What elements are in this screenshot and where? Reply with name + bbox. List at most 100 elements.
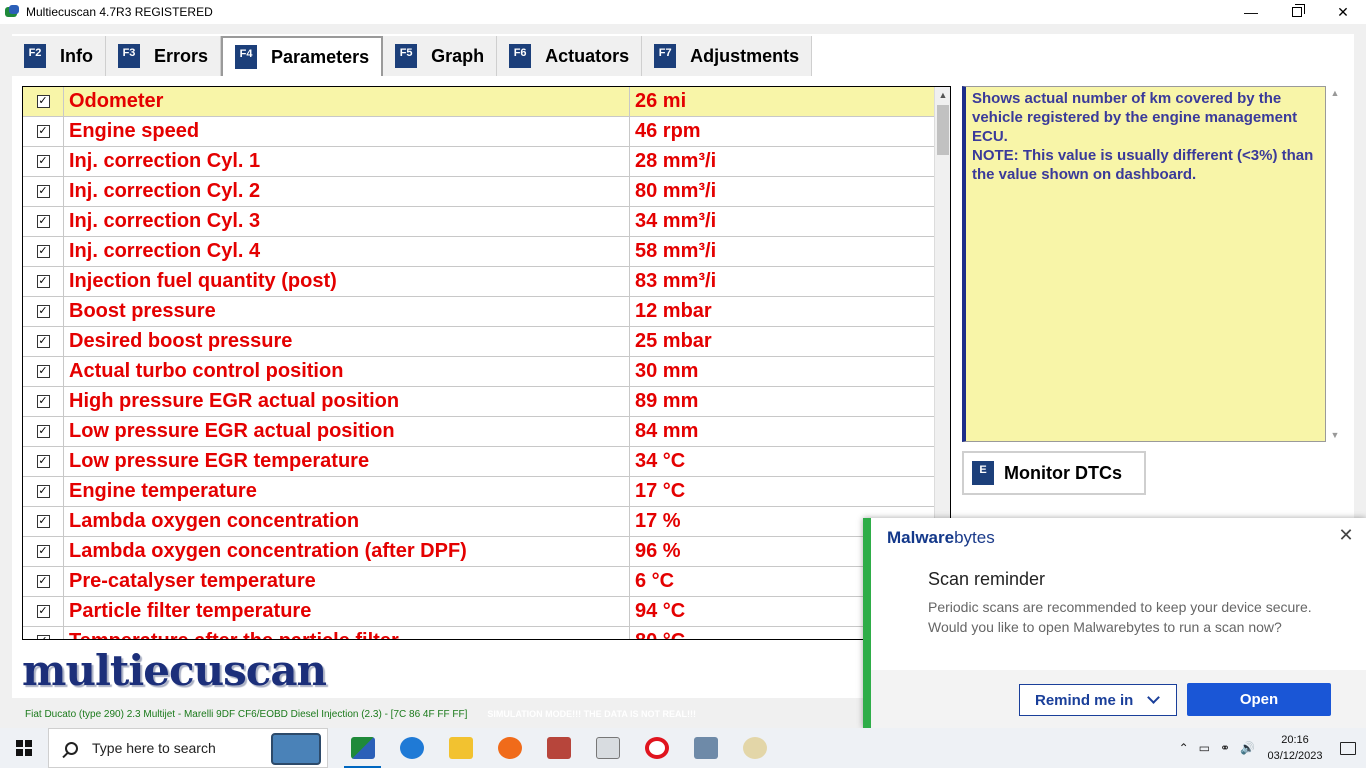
row-checkbox[interactable]: ✓ [23, 236, 64, 267]
row-checkbox[interactable]: ✓ [23, 476, 64, 507]
description-panel: Shows actual number of km covered by the… [958, 86, 1342, 444]
monitor-dtcs-button[interactable]: E Monitor DTCs [962, 451, 1146, 495]
row-checkbox[interactable]: ✓ [23, 446, 64, 477]
chevron-up-icon[interactable]: ⌃ [1179, 741, 1189, 755]
close-window-button[interactable]: ✕ [1320, 0, 1366, 24]
scroll-down-icon[interactable]: ▼ [1328, 428, 1342, 442]
table-row[interactable]: ✓ High pressure EGR actual position 89 m… [23, 386, 935, 417]
tab-label: Adjustments [690, 45, 800, 66]
open-button[interactable]: Open [1187, 683, 1331, 716]
row-checkbox[interactable]: ✓ [23, 386, 64, 417]
table-row[interactable]: ✓ Low pressure EGR temperature 34 °C [23, 446, 935, 477]
row-checkbox[interactable]: ✓ [23, 176, 64, 207]
fkey-badge: F2 [24, 44, 46, 68]
tab-actuators[interactable]: F6 Actuators [497, 36, 643, 76]
wifi-icon[interactable]: ⚭ [1220, 741, 1230, 755]
fkey-badge: F6 [509, 44, 532, 68]
tab-errors[interactable]: F3 Errors [106, 36, 222, 76]
row-checkbox[interactable]: ✓ [23, 326, 64, 357]
tab-parameters[interactable]: F4 Parameters [221, 36, 384, 76]
description-scrollbar[interactable]: ▲ ▼ [1328, 86, 1342, 442]
fkey-badge: F7 [654, 44, 677, 68]
start-button[interactable] [0, 728, 48, 768]
firefox-icon[interactable] [485, 728, 534, 768]
notepad-icon[interactable] [583, 728, 632, 768]
row-checkbox[interactable]: ✓ [23, 356, 64, 387]
scroll-up-icon[interactable]: ▲ [935, 87, 950, 103]
tab-graph[interactable]: F5 Graph [383, 36, 498, 76]
row-checkbox[interactable]: ✓ [23, 506, 64, 537]
table-row[interactable]: ✓ Inj. correction Cyl. 4 58 mm³/i [23, 236, 935, 267]
opera-icon[interactable] [632, 728, 681, 768]
title-bar: Multiecuscan 4.7R3 REGISTERED — ✕ [0, 0, 1366, 24]
row-checkbox[interactable]: ✓ [23, 266, 64, 297]
scrollbar-thumb[interactable] [937, 105, 949, 155]
table-row[interactable]: ✓ Pre-catalyser temperature 6 °C [23, 566, 935, 597]
table-row[interactable]: ✓ Particle filter temperature 94 °C [23, 596, 935, 627]
scroll-up-icon[interactable]: ▲ [1328, 86, 1342, 100]
minimize-button[interactable]: — [1228, 0, 1274, 24]
notification-center-icon[interactable] [1330, 728, 1366, 768]
file-explorer-icon[interactable] [436, 728, 485, 768]
notification-body: Periodic scans are recommended to keep y… [928, 599, 1312, 635]
table-row[interactable]: ✓ Engine speed 46 rpm [23, 116, 935, 147]
row-checkbox[interactable]: ✓ [23, 87, 64, 117]
clock[interactable]: 20:16 03/12/2023 [1260, 732, 1330, 764]
volume-icon[interactable]: 🔊 [1240, 741, 1255, 755]
table-row[interactable]: ✓ Inj. correction Cyl. 3 34 mm³/i [23, 206, 935, 237]
row-checkbox[interactable]: ✓ [23, 626, 64, 639]
table-row[interactable]: ✓ Lambda oxygen concentration 17 % [23, 506, 935, 537]
table-row[interactable]: ✓ Injection fuel quantity (post) 83 mm³/… [23, 266, 935, 297]
parameter-value: 34 °C [635, 450, 686, 472]
tab-info[interactable]: F2 Info [12, 36, 106, 76]
row-checkbox[interactable]: ✓ [23, 146, 64, 177]
row-checkbox[interactable]: ✓ [23, 116, 64, 147]
row-checkbox[interactable]: ✓ [23, 206, 64, 237]
table-row[interactable]: ✓ Inj. correction Cyl. 2 80 mm³/i [23, 176, 935, 207]
parameter-name: Engine temperature [64, 476, 630, 507]
table-row[interactable]: ✓ Actual turbo control position 30 mm [23, 356, 935, 387]
remind-me-in-button[interactable]: Remind me in [1019, 684, 1177, 716]
parameter-value: 12 mbar [635, 300, 712, 322]
row-checkbox[interactable]: ✓ [23, 566, 64, 597]
close-icon[interactable]: ✕ [1337, 526, 1355, 544]
table-row[interactable]: ✓ Low pressure EGR actual position 84 mm [23, 416, 935, 447]
network-tool-icon[interactable] [681, 728, 730, 768]
parameter-value: 89 mm [635, 390, 699, 412]
paint-icon[interactable] [730, 728, 779, 768]
search-highlight-image [271, 733, 321, 765]
table-row[interactable]: ✓ Temperature after the particle filter … [23, 626, 935, 639]
parameter-value: 83 mm³/i [635, 270, 717, 292]
multiecuscan-icon[interactable] [338, 728, 387, 768]
device-icon[interactable]: ▭ [1199, 741, 1210, 755]
edge-icon[interactable] [387, 728, 436, 768]
vehicle-info: Fiat Ducato (type 290) 2.3 Multijet - Ma… [25, 708, 468, 720]
taskbar-search[interactable]: Type here to search [48, 728, 328, 768]
row-checkbox[interactable]: ✓ [23, 296, 64, 327]
parameter-value: 25 mbar [635, 330, 712, 352]
table-row[interactable]: ✓ Engine temperature 17 °C [23, 476, 935, 507]
parameter-name: High pressure EGR actual position [64, 386, 630, 417]
tab-adjustments[interactable]: F7 Adjustments [642, 36, 813, 76]
desktop-screen: Multiecuscan 4.7R3 REGISTERED — ✕ F2 Inf… [0, 0, 1366, 768]
parameter-name: Boost pressure [64, 296, 630, 327]
parameter-name: Inj. correction Cyl. 3 [64, 206, 630, 237]
table-row[interactable]: ✓ Inj. correction Cyl. 1 28 mm³/i [23, 146, 935, 177]
windows-icon [16, 740, 32, 756]
table-row[interactable]: ✓ Boost pressure 12 mbar [23, 296, 935, 327]
row-checkbox[interactable]: ✓ [23, 416, 64, 447]
notification-footer: Remind me in Open [871, 670, 1366, 728]
parameter-value: 26 mi [635, 90, 687, 112]
restore-button[interactable] [1274, 0, 1320, 24]
calculator-icon[interactable] [534, 728, 583, 768]
table-row[interactable]: ✓ Lambda oxygen concentration (after DPF… [23, 536, 935, 567]
table-row[interactable]: ✓ Odometer 26 mi [23, 87, 935, 117]
row-checkbox[interactable]: ✓ [23, 536, 64, 567]
parameter-name: Injection fuel quantity (post) [64, 266, 630, 297]
parameter-value: 34 mm³/i [635, 210, 717, 232]
row-checkbox[interactable]: ✓ [23, 596, 64, 627]
restore-icon [1292, 4, 1305, 17]
table-row[interactable]: ✓ Desired boost pressure 25 mbar [23, 326, 935, 357]
tab-label: Info [60, 45, 93, 66]
brand-rest: bytes [954, 528, 995, 547]
